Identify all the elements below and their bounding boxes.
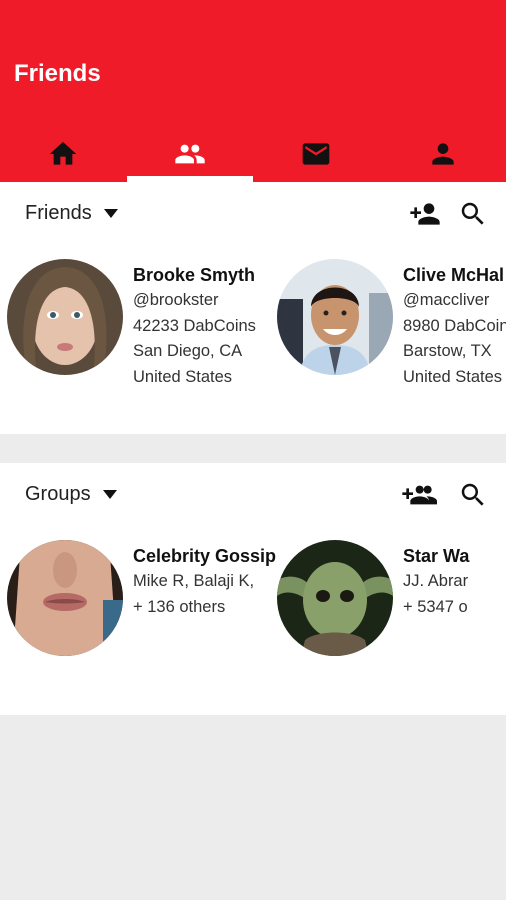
- people-icon: [175, 144, 205, 164]
- tab-messages[interactable]: [253, 126, 380, 182]
- group-card[interactable]: Star Wa JJ. Abrar + 5347 o: [277, 540, 506, 656]
- mail-icon: [302, 143, 330, 165]
- search-icon: [461, 202, 484, 225]
- friend-country: United States: [403, 367, 503, 386]
- friend-coins: 8980 DabCoin: [403, 316, 506, 335]
- friend-country: United States: [133, 367, 233, 386]
- add-group-button[interactable]: [400, 479, 442, 511]
- friend-card[interactable]: Clive McHal @maccliver 8980 DabCoin Bars…: [277, 259, 506, 390]
- app-bar: Friends: [0, 0, 506, 182]
- add-group-icon: [402, 485, 437, 505]
- group-info: Star Wa JJ. Abrar + 5347 o: [403, 543, 469, 656]
- avatar-group-image: [277, 540, 393, 656]
- add-friend-button[interactable]: [408, 198, 442, 230]
- search-friends-button[interactable]: [458, 198, 488, 230]
- groups-section-title: Groups: [25, 483, 91, 505]
- avatar: [7, 540, 123, 656]
- friend-city: Barstow, TX: [403, 342, 492, 360]
- friends-list: Brooke Smyth @brookster 42233 DabCoins S…: [7, 259, 506, 390]
- search-icon: [461, 483, 484, 506]
- home-icon: [49, 142, 77, 165]
- avatar: [277, 540, 393, 656]
- group-name: Star Wa: [403, 546, 470, 566]
- friend-info: Brooke Smyth @brookster 42233 DabCoins S…: [133, 262, 256, 390]
- groups-list: Celebrity Gossip Mike R, Balaji K, + 136…: [7, 540, 506, 656]
- avatar-man-image: [277, 259, 393, 375]
- friend-name: Clive McHal: [403, 265, 505, 285]
- group-info: Celebrity Gossip Mike R, Balaji K, + 136…: [133, 543, 276, 656]
- dropdown-arrow-icon: [102, 490, 117, 499]
- group-others: + 136 others: [133, 597, 226, 616]
- tab-friends[interactable]: [126, 126, 253, 182]
- groups-card: Groups Celebrity Gossip Mike R, Balaji K…: [0, 463, 506, 715]
- friends-card: Friends Brooke Smyth @brookster 42233 Da…: [0, 182, 506, 434]
- dropdown-arrow-icon: [103, 209, 118, 218]
- tab-bar: [0, 126, 506, 182]
- friend-city: San Diego, CA: [133, 342, 243, 360]
- group-others: + 5347 o: [403, 597, 468, 616]
- friend-handle: @maccliver: [403, 291, 490, 309]
- groups-actions: [400, 479, 488, 511]
- tab-profile[interactable]: [380, 126, 506, 182]
- friends-dropdown[interactable]: Friends: [25, 202, 118, 225]
- avatar-group-image: [7, 540, 123, 656]
- page-title: Friends: [14, 60, 101, 87]
- friend-name: Brooke Smyth: [133, 265, 256, 285]
- avatar: [7, 259, 123, 375]
- group-members: JJ. Abrar: [403, 572, 469, 590]
- friend-card[interactable]: Brooke Smyth @brookster 42233 DabCoins S…: [7, 259, 277, 390]
- friends-actions: [408, 198, 488, 230]
- tab-home[interactable]: [0, 126, 127, 182]
- group-name: Celebrity Gossip: [133, 546, 277, 566]
- friends-section-title: Friends: [25, 202, 92, 224]
- search-groups-button[interactable]: [458, 479, 488, 511]
- friend-handle: @brookster: [133, 291, 219, 309]
- friend-info: Clive McHal @maccliver 8980 DabCoin Bars…: [403, 262, 506, 390]
- avatar: [277, 259, 393, 375]
- groups-dropdown[interactable]: Groups: [25, 483, 117, 506]
- friend-coins: 42233 DabCoins: [133, 316, 256, 335]
- person-icon: [432, 143, 454, 165]
- group-members: Mike R, Balaji K,: [133, 572, 255, 590]
- group-card[interactable]: Celebrity Gossip Mike R, Balaji K, + 136…: [7, 540, 277, 656]
- add-person-icon: [410, 203, 440, 225]
- avatar-woman-image: [7, 259, 123, 375]
